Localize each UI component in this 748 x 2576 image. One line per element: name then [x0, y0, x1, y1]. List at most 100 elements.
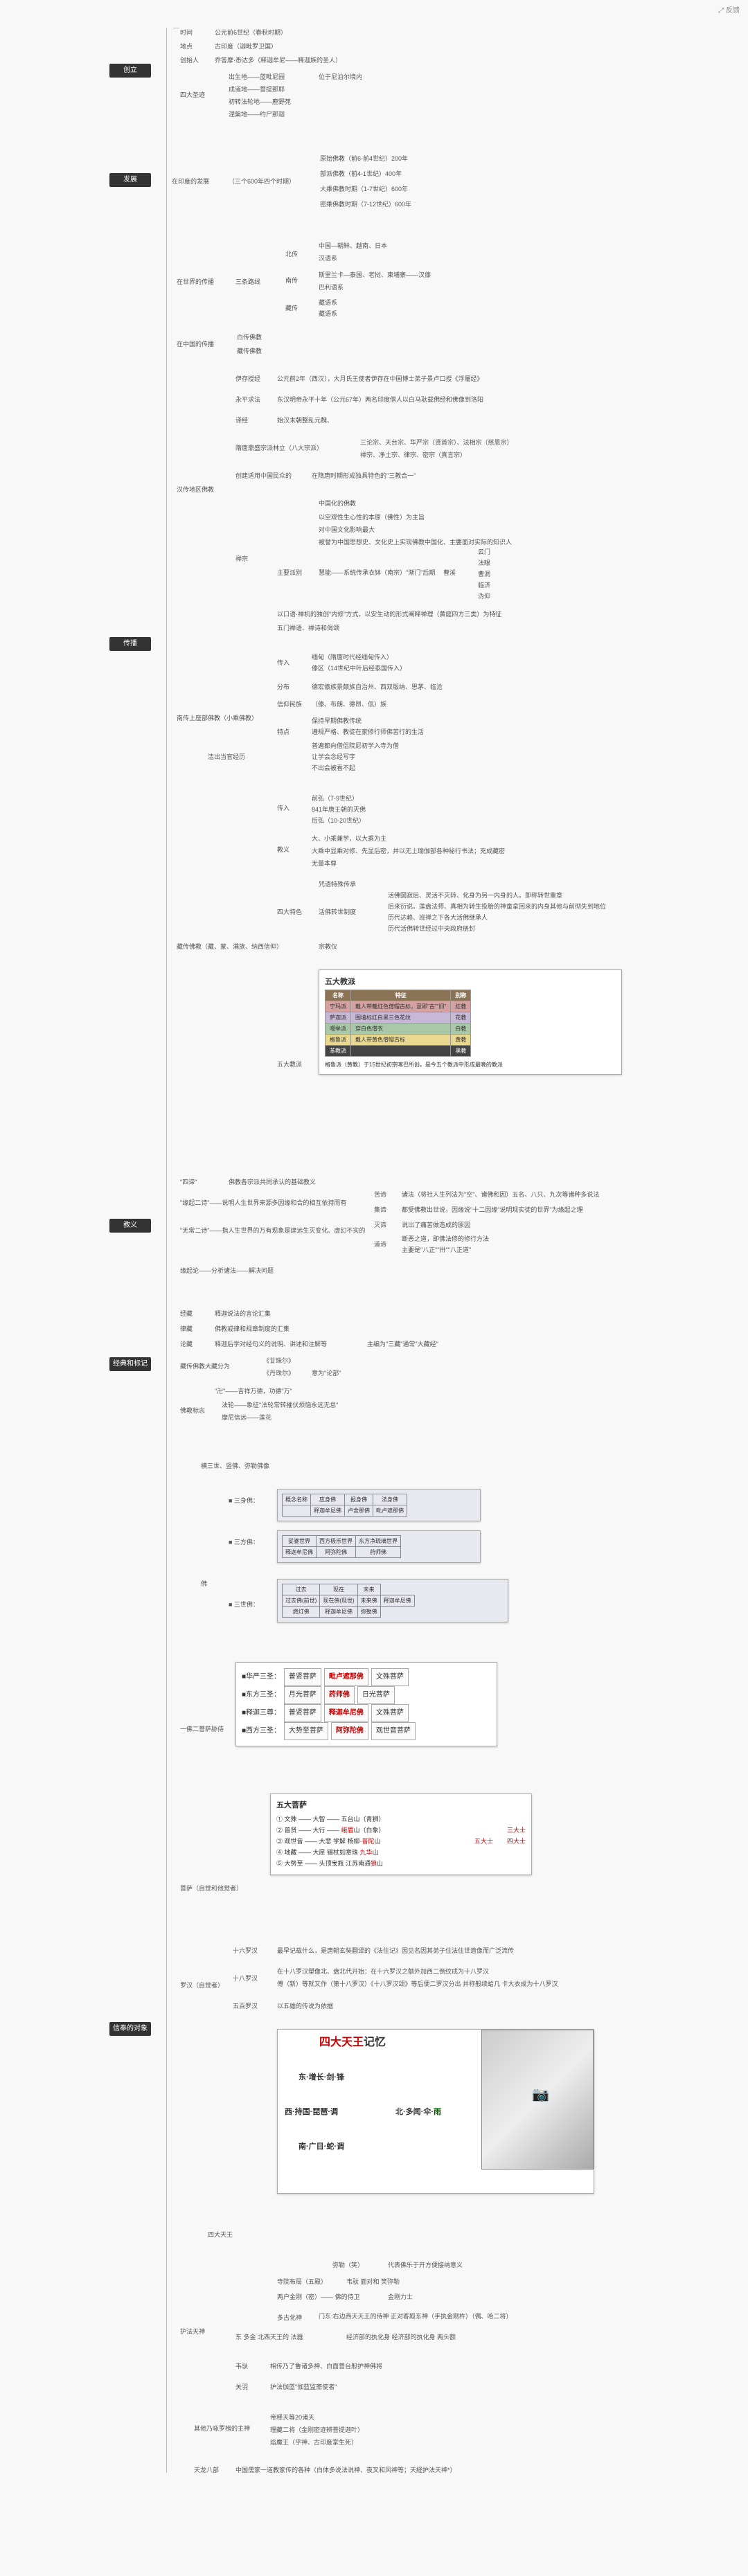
n-north-s: 汉语系 — [319, 253, 337, 263]
n-s5d2: 《丹珠尔》 — [263, 1368, 294, 1378]
n-world: 在世界的传播 — [177, 277, 214, 287]
n-hf4: 两户金刚（密）—— 佛的侍卫 — [277, 2292, 360, 2302]
n-f3: 初转法轮地——鹿野苑 — [229, 97, 291, 107]
n-l-in: 传入 — [277, 658, 290, 668]
n-cn1: 白传佛教 — [237, 332, 262, 342]
n-hf4v: 金刚力士 — [388, 2292, 413, 2302]
n-z-sd2a: 活佛圆寂后、灵活不灭转、化身为另一内身的人。即称转世重章 — [388, 891, 562, 900]
n-l-td3: 普遍都向僧侣院尼初学入寺为僧 — [312, 741, 399, 751]
n-intv: 中国儒家一道教家传的各种（白体多说法说神、夜叉和风神等；天経护法天神*） — [235, 2465, 456, 2475]
embed-sansheng: ■华严三圣： 普贤菩萨毗卢遮那佛文殊菩萨 ■东方三圣： 月光菩萨药师佛日光菩萨 … — [235, 1662, 497, 1746]
n-han1v: 公元前2年（西汉），大月氏王使者伊存在中国博士弟子景卢口授《浮屠经》 — [277, 374, 483, 384]
n-l-td2: 遵规严格、教徒在家修行师佛苦行的生活 — [312, 727, 424, 737]
n-s6a1: 横三世、竖佛、弥勒佛像 — [201, 1461, 269, 1471]
n-han5: 创建适用中国民众的 — [235, 471, 292, 481]
n-s5f2: 摩尼信远——莲花 — [222, 1413, 271, 1422]
n-hf6: 东 多金 北西天王的 法器 — [235, 2332, 303, 2342]
n-zang: 藏传佛教（藏、蒙、满族、纳西信仰） — [177, 942, 283, 951]
n-z-jy3: 无量本尊 — [312, 859, 337, 868]
n-cn2: 藏传佛教 — [237, 346, 262, 356]
n-lh22: 傅（新）等就又作（第十八罗汉）《十八罗汉颂》等后便二罗汉分出 并称般续蛤几 卡大… — [277, 1979, 558, 1989]
n-hf6v: 经济部的执化身 经济部的执化身 两头额 — [346, 2332, 456, 2342]
n-chan4: 慧能——系统传承衣钵（南宗）"渐门"后期 — [319, 568, 435, 578]
n-lh3: 五百罗汉 — [233, 2001, 258, 2011]
n-zhuyao: 主要派别 — [277, 568, 302, 578]
root-doctrine[interactable]: 教义 — [109, 1219, 151, 1233]
n-three: 三条路线 — [235, 277, 260, 287]
n-z-in2: 841年唐王朝的灭佛 — [312, 805, 366, 814]
n-s4b: "缘起二诗"——说明人生世界来源多因缘和合的相互依持而有 — [180, 1198, 346, 1208]
n-s5av: 释迦说法的言论汇集 — [215, 1309, 271, 1318]
n-s5f: 佛教标志 — [180, 1406, 205, 1415]
n-west-s: 藏语系 — [319, 298, 337, 307]
n-ps: 菩萨（自觉和他觉者） — [180, 1884, 242, 1893]
n-l-in2: 傣区（14世纪中叶后经泰国传入） — [312, 663, 406, 673]
feedback-link[interactable]: 反馈 — [718, 4, 740, 15]
n-ssf: ■ 三身佛： — [229, 1496, 259, 1505]
n-hf2: 寺院布局（五殿） — [277, 2277, 327, 2287]
n-south: 南传 — [285, 276, 298, 285]
n-olh1: 帝释天等20诸天 — [270, 2413, 314, 2422]
n-lang: 南传上座部佛教（小乘佛教） — [177, 713, 258, 723]
n-z-sd: 四大特色 — [277, 907, 302, 917]
n-paiv-b: 法眼 — [478, 558, 490, 568]
n-han2v: 东汉明帝永平十年（公元67年）两名印度僧人以白马驮载佛经和佛像到洛阳 — [277, 395, 483, 404]
root-develop[interactable]: 发展 — [109, 173, 151, 187]
n-fo: 佛 — [201, 1579, 207, 1589]
n-s4d1: 说出了痛苦做造成的原因 — [402, 1220, 470, 1230]
n-west: 藏传 — [285, 303, 298, 313]
n-time: 时间 — [180, 28, 193, 37]
root-worship[interactable]: 信奉的对象 — [109, 2022, 151, 2036]
n-south-s: 巴利语系 — [319, 283, 344, 292]
n-hf7v: 相传乃了鲁诸多神、白面菩台般护神佛将 — [270, 2361, 382, 2371]
n-hf8: 关羽 — [235, 2382, 248, 2392]
n-north: 北传 — [285, 249, 298, 259]
n-han3v: 始汉末朝整乱元魏、 — [277, 415, 333, 425]
n-ssf2: ■ 三世佛： — [229, 1600, 259, 1609]
root-canon[interactable]: 经典和标记 — [109, 1357, 151, 1371]
root-spread[interactable]: 传播 — [109, 637, 151, 651]
n-l-td4: 让学会念经写字 — [312, 752, 355, 762]
embed-sanshi: 过去现在未来 过去佛(前世)现在佛(现世)未来佛释迦牟尼佛 燃灯佛释迦牟尼佛弥勒… — [277, 1579, 508, 1622]
n-z-jy1: 大、小乘兼学，以大乘为主 — [312, 834, 386, 843]
n-chan5: 以口语·禅机的独创"内修"方式，以安生动的形式阐释禅理（黄庭四方三类）为特征 — [277, 609, 501, 619]
n-hf5v: 门东:右边西天天王的侍神 正对客殿东神（手执金刚杵）（偶、哈二将） — [319, 2311, 513, 2321]
n-cn: 在中国的传播 — [177, 339, 214, 349]
n-s5bv: 佛教戒律和规章制度的汇集 — [215, 1324, 290, 1334]
n-paiv-c: 曹洞 — [478, 569, 490, 579]
n-olh3: 焰魔王（乎神、古印度掌生死） — [270, 2438, 357, 2447]
n-f4: 涅槃地——约尸那迦 — [229, 109, 285, 119]
wdjp-title: 五大教派 — [325, 976, 616, 987]
n-s4b1: 苦谛 — [374, 1190, 386, 1199]
n-z-jy: 教义 — [277, 845, 290, 855]
wdjp-note: 格鲁派（黄教）于15世纪初宗喀巴所创。是今五个教派中形成最晚的教派 — [325, 1061, 616, 1068]
n-south-v: 斯里兰卡—泰国、老挝、柬埔寨——汉傣 — [319, 270, 431, 280]
n-l-hs: 洁出当官经历 — [208, 752, 245, 762]
n-s4cv: 都受佛教出世说，因缘说"十二因缘"说明现实徒的世界"为缘起之理 — [402, 1205, 583, 1215]
n-lh3v: 以五雄的传说为依据 — [277, 2001, 333, 2011]
n-lh: 罗汉（自觉者） — [180, 1980, 224, 1990]
root-creation[interactable]: 创立 — [109, 64, 151, 78]
n-z-sd3: 宗教仪 — [319, 942, 337, 951]
n-z-in3: 后弘（10-20世纪） — [312, 816, 365, 825]
n-s5f1: 法轮——象征"法轮常转摧伏烦恼永远无怠" — [222, 1400, 338, 1410]
n-founder-v: 乔答摩·悉达多（释迦牟尼——释迦族的圣人） — [215, 55, 341, 65]
n-lh2v: 在十八罗汉塑像北、盘北代开始：在十六罗汉之额外加西二倒纹成为十八罗汉 — [277, 1967, 489, 1976]
n-z-sd2b: 后来衍说。莲盘法师、真相为转生投胎的神童拿回来的内身其他与前彻失到地位 — [388, 902, 606, 911]
wdjp-table: 名称特征别称 宁玛派戴人带戴红色僧帽古标，意即"古""旧"红教 萨迦派围墙标红白… — [325, 990, 471, 1057]
n-f2: 成道地——菩提那耶 — [229, 84, 285, 94]
n-s4e1: 断恶之道，即佛法修的修行方法 — [402, 1234, 489, 1244]
n-hf1v: 代表佛乐于开方便接纳意义 — [388, 2260, 463, 2270]
n-paiv-e: 沩仰 — [478, 591, 490, 601]
n-f1v: 位于尼泊尔境内 — [319, 72, 362, 82]
n-z-sd2: 活佛转世制度 — [319, 907, 356, 917]
n-four: 四大圣迹 — [180, 90, 205, 100]
embed-sanshen: 概念名称应身佛报身佛法身佛 释迦牟尼佛卢舍那佛毗卢遮那佛 — [277, 1489, 481, 1521]
n-s4d: "无常二诗"——指人生世界的万有现象是建远生灭变化、虚幻不实的 — [180, 1226, 365, 1235]
n-s5c2: 主编为"三藏"通常"大藏经" — [367, 1339, 438, 1349]
n-s5c: 论藏 — [180, 1339, 193, 1349]
n-l-td1: 保持早期佛教传统 — [312, 716, 362, 726]
n-dev-sub: （三个600年四个时期） — [229, 177, 295, 186]
n-stw: 四大天王 — [208, 2230, 233, 2239]
stw-photo — [481, 2030, 594, 2170]
